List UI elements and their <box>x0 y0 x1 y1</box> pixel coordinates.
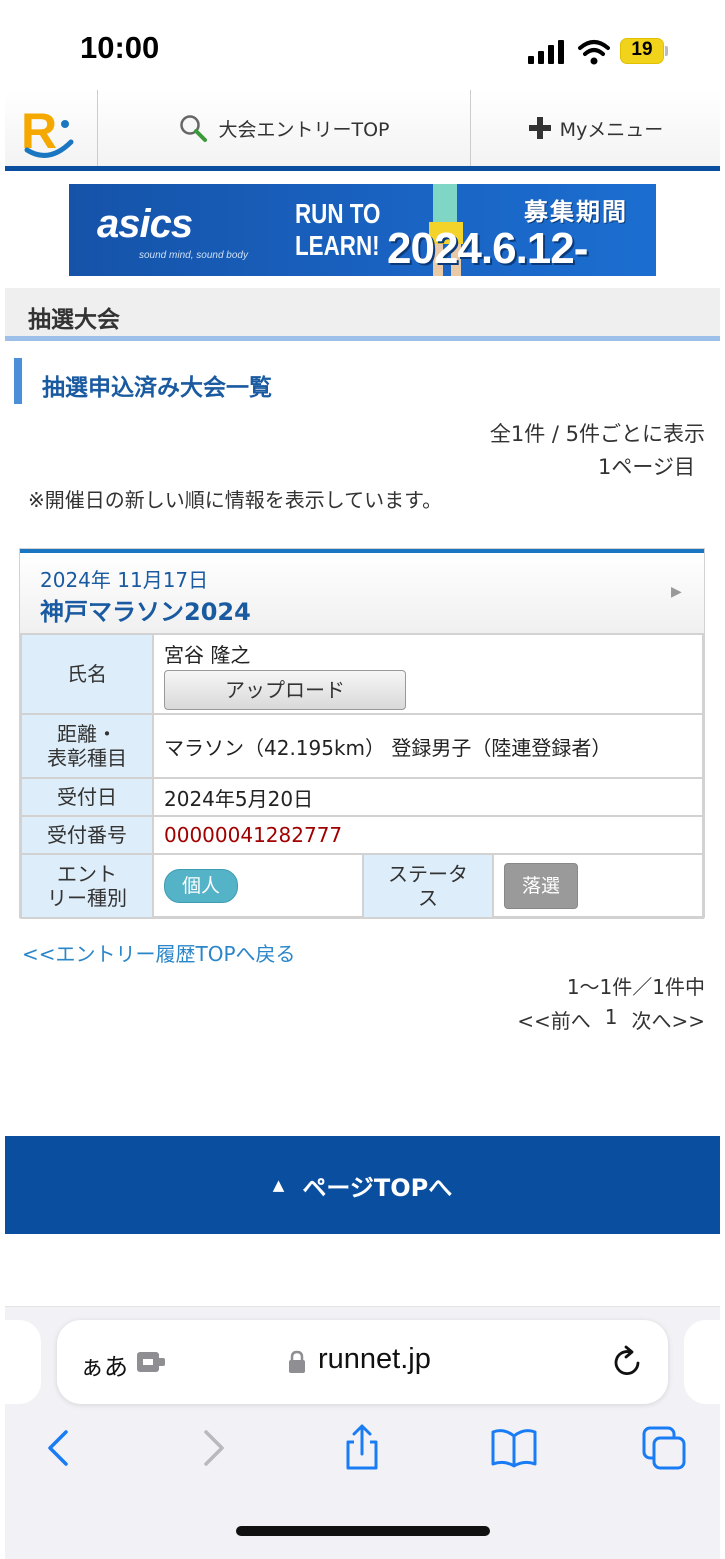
result-count: 全1件 / 5件ごとに表示 <box>489 422 705 446</box>
received-date-value: 2024年5月20日 <box>152 777 704 817</box>
nav-entry-top[interactable]: 大会エントリーTOP <box>98 90 471 166</box>
next-tab-peek[interactable] <box>684 1320 720 1404</box>
status-cell: 落選 <box>492 853 704 919</box>
url-text[interactable]: runnet.jp <box>318 1343 431 1376</box>
asics-banner[interactable]: asics sound mind, sound body RUN TO LEAR… <box>69 184 656 276</box>
page-top-button[interactable]: ▲ ページTOPへ <box>5 1136 720 1234</box>
tabs-icon[interactable] <box>640 1424 688 1472</box>
banner-period-dates: 2024.6.12-7.21 <box>387 224 588 276</box>
back-to-history-link[interactable]: <<エントリー履歴TOPへ戻る <box>22 938 296 967</box>
distance-label: 距離・ 表彰種目 <box>20 713 154 779</box>
distance-value: マラソン（42.195km） 登録男子（陸連登録者） <box>152 713 704 779</box>
upload-button[interactable]: アップロード <box>164 669 406 710</box>
sort-note: ※開催日の新しい順に情報を表示しています。 <box>28 488 443 512</box>
current-page: 1 <box>604 1005 618 1029</box>
reload-icon[interactable] <box>612 1345 644 1379</box>
entry-details-table: 氏名 宮谷 隆之 アップロード 距離・ 表彰種目 マラソン（42.195km） … <box>20 633 704 919</box>
triangle-up-icon: ▲ <box>272 1176 285 1194</box>
banner-run-line1: RUN TO <box>295 198 381 229</box>
banner-run-to-learn: RUN TO LEARN! <box>295 198 380 262</box>
entry-type-cell: 個人 <box>152 853 364 919</box>
pager: <<前へ 1 次へ>> <box>517 1005 705 1034</box>
status-label-line2: ス <box>418 886 438 910</box>
distance-label-line2: 表彰種目 <box>47 746 127 770</box>
banner-tagline: sound mind, sound body <box>139 250 248 261</box>
banner-brand: asics <box>97 202 193 246</box>
runnet-logo[interactable]: R <box>5 90 98 166</box>
back-arrow-icon[interactable] <box>36 1424 84 1472</box>
page-indicator: 1ページ目 <box>598 455 695 479</box>
wifi-icon <box>578 40 610 65</box>
bookmarks-icon[interactable] <box>490 1424 538 1472</box>
name-cell: 宮谷 隆之 アップロード <box>152 633 704 715</box>
received-date-label: 受付日 <box>20 777 154 817</box>
share-icon[interactable] <box>338 1424 386 1472</box>
battery-level: 19 <box>631 39 653 60</box>
entry-type-label-line2: リー種別 <box>47 886 127 910</box>
previous-tab-peek[interactable] <box>5 1320 41 1404</box>
banner-period-label: 募集期間 <box>524 198 628 226</box>
home-indicator <box>236 1526 490 1536</box>
range-text: 1〜1件／1件中 <box>566 975 705 999</box>
entry-type-label-line1: エント <box>57 862 117 886</box>
entry-type-label: エント リー種別 <box>20 853 154 919</box>
receipt-number-label: 受付番号 <box>20 815 154 855</box>
heading-accent <box>14 358 22 404</box>
plus-icon <box>528 117 551 139</box>
runnet-logo-icon: R <box>21 103 74 159</box>
distance-label-line1: 距離・ <box>57 722 117 746</box>
chevron-right-icon[interactable]: ▶ <box>671 584 682 600</box>
race-name[interactable]: 神戸マラソン2024 <box>40 592 251 627</box>
entry-type-badge: 個人 <box>164 869 238 903</box>
receipt-number-value: 00000041282777 <box>152 815 704 855</box>
section-title: 抽選大会 <box>28 307 120 333</box>
next-link[interactable]: 次へ>> <box>631 1005 705 1034</box>
prev-link[interactable]: <<前へ <box>517 1005 591 1034</box>
lock-icon <box>289 1350 305 1373</box>
search-icon <box>180 115 208 142</box>
nav-my-menu-label: Myメニュー <box>559 118 664 141</box>
extension-icon[interactable] <box>137 1350 167 1374</box>
list-heading: 抽選申込済み大会一覧 <box>42 375 272 401</box>
banner-run-line2: LEARN! <box>295 230 380 261</box>
forward-arrow-icon[interactable] <box>188 1424 236 1472</box>
battery-icon: 19 <box>620 38 668 64</box>
name-value: 宮谷 隆之 <box>164 642 251 667</box>
nav-my-menu[interactable]: Myメニュー <box>471 90 720 166</box>
cellular-signal-icon <box>528 40 564 64</box>
status-label: ステータ ス <box>362 853 494 919</box>
name-label: 氏名 <box>20 633 154 715</box>
status-badge: 落選 <box>504 863 578 909</box>
status-label-line1: ステータ <box>388 862 468 886</box>
race-date: 2024年 11月17日 <box>40 568 209 592</box>
status-time: 10:00 <box>80 30 160 65</box>
page-top-label: ページTOPへ <box>302 1173 453 1202</box>
page-settings-button[interactable]: ぁあ <box>80 1347 128 1382</box>
nav-entry-top-label: 大会エントリーTOP <box>218 118 390 141</box>
